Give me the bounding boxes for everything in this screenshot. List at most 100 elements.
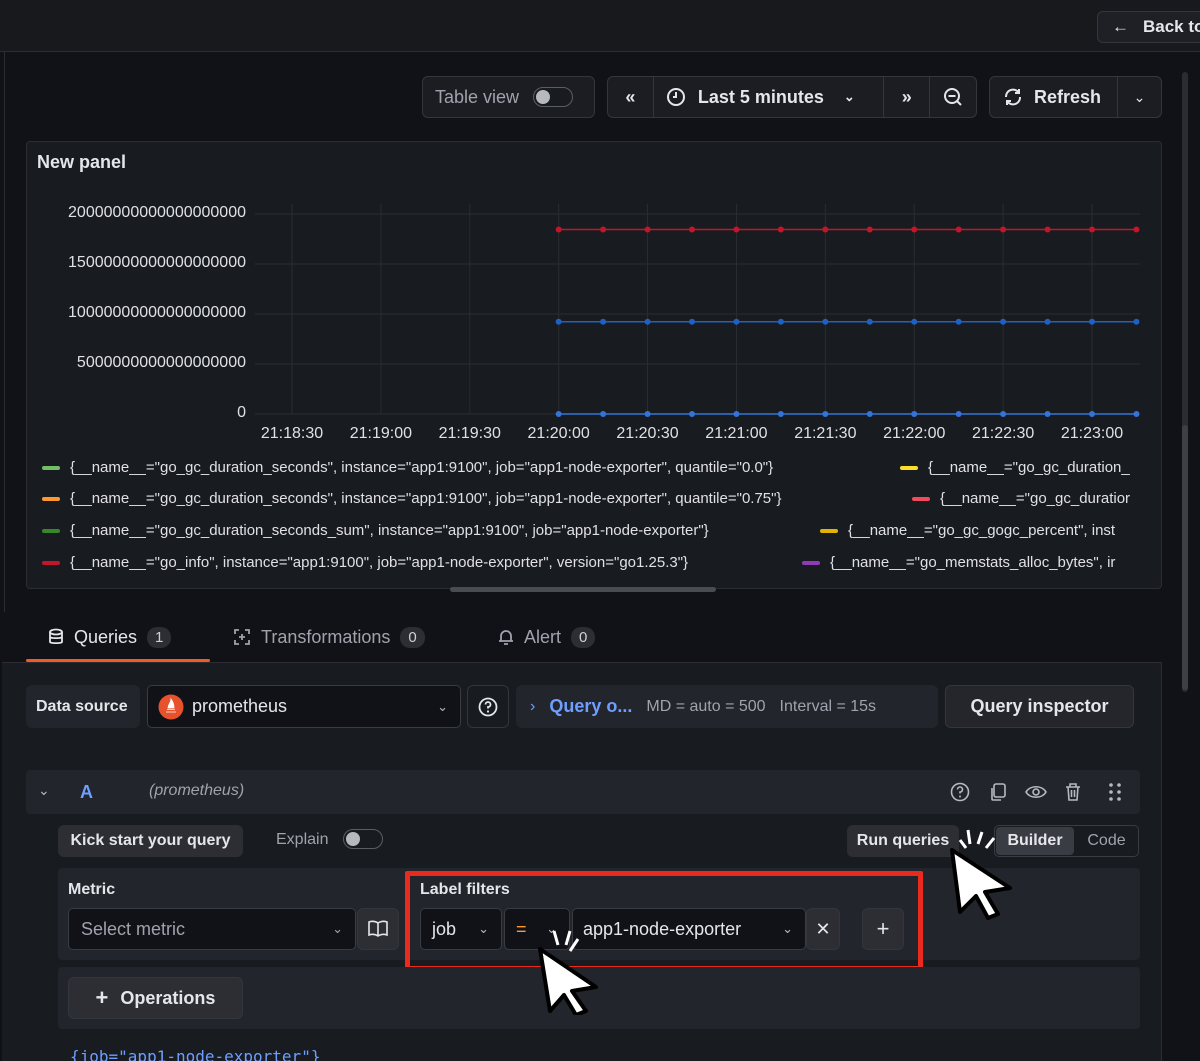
tab-queries[interactable]: Queries 1 bbox=[48, 612, 172, 662]
legend-swatch bbox=[42, 560, 60, 565]
x-tick-label: 21:23:00 bbox=[1060, 425, 1124, 442]
legend-label: {__name__="go_gc_duration_ bbox=[928, 459, 1130, 476]
x-tick-label: 21:18:30 bbox=[260, 425, 324, 442]
operations-button[interactable]: + Operations bbox=[68, 977, 243, 1019]
transform-icon bbox=[234, 629, 250, 645]
legend-item[interactable]: {__name__="go_gc_gogc_percent", inst bbox=[820, 522, 1150, 539]
tab-transformations-label: Transformations bbox=[261, 626, 391, 647]
tab-alert[interactable]: Alert 0 bbox=[498, 612, 596, 662]
data-point[interactable] bbox=[1044, 411, 1051, 417]
data-point[interactable] bbox=[1044, 318, 1051, 325]
legend-item[interactable]: {__name__="go_memstats_alloc_bytes", ir bbox=[802, 554, 1150, 571]
data-point[interactable] bbox=[600, 411, 607, 417]
query-preview: {job="app1-node-exporter"} bbox=[70, 1047, 321, 1061]
data-point[interactable] bbox=[955, 318, 962, 325]
legend-item[interactable]: {__name__="go_gc_duration_seconds", inst… bbox=[42, 459, 882, 476]
drag-handle-icon[interactable] bbox=[1108, 782, 1122, 802]
legend-label: {__name__="go_memstats_alloc_bytes", ir bbox=[830, 554, 1116, 571]
data-point[interactable] bbox=[733, 318, 740, 325]
data-point[interactable] bbox=[644, 226, 651, 233]
data-point[interactable] bbox=[1000, 411, 1007, 417]
datasource-label: Data source bbox=[26, 685, 140, 728]
collapse-icon[interactable]: ⌄ bbox=[38, 782, 50, 799]
legend-item[interactable]: {__name__="go_gc_duratior bbox=[912, 490, 1150, 507]
data-point[interactable] bbox=[777, 318, 784, 325]
help-icon[interactable] bbox=[950, 782, 970, 802]
explain-toggle[interactable] bbox=[343, 829, 383, 849]
metric-select[interactable]: Select metric ⌄ bbox=[68, 908, 356, 950]
data-point[interactable] bbox=[866, 226, 873, 233]
y-tick-label: 10000000000000000000 bbox=[68, 304, 246, 321]
tab-queries-count: 1 bbox=[147, 626, 172, 648]
data-point[interactable] bbox=[822, 226, 829, 233]
data-point[interactable] bbox=[644, 411, 651, 417]
data-point[interactable] bbox=[1133, 226, 1140, 233]
explain-label: Explain bbox=[276, 831, 329, 848]
query-inspector-button[interactable]: Query inspector bbox=[945, 685, 1134, 728]
code-mode-button[interactable]: Code bbox=[1075, 826, 1138, 856]
data-point[interactable] bbox=[955, 226, 962, 233]
data-point[interactable] bbox=[911, 226, 918, 233]
data-point[interactable] bbox=[911, 318, 918, 325]
legend-swatch bbox=[820, 528, 838, 533]
data-point[interactable] bbox=[822, 318, 829, 325]
legend-scrollbar[interactable] bbox=[450, 587, 716, 592]
chevron-down-icon: ⌄ bbox=[332, 921, 343, 936]
data-point[interactable] bbox=[1000, 226, 1007, 233]
database-icon bbox=[49, 628, 63, 645]
legend-label: {__name__="go_gc_duratior bbox=[940, 490, 1131, 507]
copy-icon[interactable] bbox=[988, 782, 1008, 802]
chart-plot bbox=[255, 204, 1140, 417]
data-point[interactable] bbox=[600, 226, 607, 233]
data-point[interactable] bbox=[866, 318, 873, 325]
datasource-picker[interactable]: prometheus ⌄ bbox=[147, 685, 461, 728]
query-ref-id[interactable]: A bbox=[80, 782, 93, 803]
x-tick-label: 21:21:00 bbox=[705, 425, 768, 442]
data-point[interactable] bbox=[555, 318, 562, 325]
data-point[interactable] bbox=[955, 411, 962, 417]
query-options[interactable]: › Query o... MD = auto = 500 Interval = … bbox=[516, 685, 938, 728]
data-point[interactable] bbox=[555, 226, 562, 233]
data-point[interactable] bbox=[1133, 411, 1140, 417]
data-point[interactable] bbox=[1000, 318, 1007, 325]
data-point[interactable] bbox=[1089, 318, 1095, 325]
metric-label: Metric bbox=[68, 881, 116, 898]
data-point[interactable] bbox=[822, 411, 829, 417]
data-point[interactable] bbox=[911, 411, 918, 417]
data-point[interactable] bbox=[777, 226, 784, 233]
prometheus-icon bbox=[158, 694, 184, 719]
data-point[interactable] bbox=[555, 411, 562, 417]
trash-icon[interactable] bbox=[1063, 782, 1083, 802]
tab-transformations[interactable]: Transformations 0 bbox=[233, 612, 425, 662]
data-point[interactable] bbox=[600, 318, 607, 325]
data-point[interactable] bbox=[689, 411, 695, 417]
data-point[interactable] bbox=[733, 411, 740, 417]
legend-swatch bbox=[900, 465, 918, 470]
y-tick-label: 5000000000000000000 bbox=[76, 354, 246, 371]
data-point[interactable] bbox=[1089, 411, 1095, 417]
legend-item[interactable]: {__name__="go_gc_duration_seconds_sum", … bbox=[42, 522, 802, 539]
y-tick-label: 20000000000000000000 bbox=[68, 204, 246, 221]
y-tick-label: 0 bbox=[237, 404, 246, 421]
interval-value: Interval = 15s bbox=[779, 697, 877, 715]
data-point[interactable] bbox=[866, 411, 873, 417]
cursor-pointer-icon bbox=[538, 930, 598, 1015]
legend-item[interactable]: {__name__="go_gc_duration_ bbox=[900, 459, 1150, 476]
data-point[interactable] bbox=[689, 226, 695, 233]
data-point[interactable] bbox=[1089, 226, 1095, 233]
data-point[interactable] bbox=[1044, 226, 1051, 233]
kick-start-button[interactable]: Kick start your query bbox=[58, 825, 243, 857]
metrics-explorer-book-icon[interactable] bbox=[357, 908, 399, 950]
data-point[interactable] bbox=[689, 318, 695, 325]
data-point[interactable] bbox=[777, 411, 784, 417]
data-point[interactable] bbox=[644, 318, 651, 325]
x-tick-label: 21:20:00 bbox=[527, 425, 590, 442]
legend-item[interactable]: {__name__="go_gc_duration_seconds", inst… bbox=[42, 490, 894, 507]
legend-item[interactable]: {__name__="go_info", instance="app1:9100… bbox=[42, 554, 784, 571]
tab-transformations-count: 0 bbox=[400, 626, 425, 648]
data-point[interactable] bbox=[733, 226, 740, 233]
data-point[interactable] bbox=[1133, 318, 1140, 325]
help-icon[interactable] bbox=[467, 685, 509, 728]
x-tick-label: 21:21:30 bbox=[794, 425, 857, 442]
eye-icon[interactable] bbox=[1025, 782, 1047, 802]
